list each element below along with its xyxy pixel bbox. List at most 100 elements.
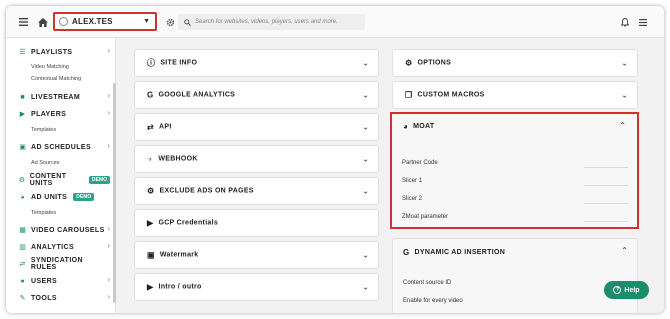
chevron-right-icon: ›: [107, 141, 110, 150]
google-icon: G: [403, 248, 410, 257]
sidebar: ☰ PLAYLISTS › Video Matching Contextual …: [6, 38, 116, 313]
card-google-analytics[interactable]: G GOOGLE ANALYTICS ⌄: [134, 81, 379, 109]
chevron-right-icon: ›: [107, 46, 110, 55]
sidebar-item-content-units[interactable]: ⚙ CONTENT UNITS DEMO: [18, 173, 110, 187]
info-icon: ⓘ: [147, 58, 156, 68]
card-title: GCP Credentials: [158, 219, 219, 227]
dynamic-ad-header[interactable]: G DYNAMIC AD INSERTION: [403, 248, 505, 257]
help-button[interactable]: ? Help: [604, 281, 649, 299]
chevron-down-icon[interactable]: ⌄: [362, 59, 369, 68]
sidebar-subitem-contextual-matching[interactable]: Contextual Matching: [31, 76, 81, 82]
arrows-icon: ⇄: [19, 261, 26, 268]
sidebar-item-ad-schedules[interactable]: ▣ AD SCHEDULES ›: [18, 141, 110, 153]
chart-icon: ▥: [19, 244, 26, 251]
sidebar-item-label: TOOLS: [31, 294, 57, 302]
sidebar-item-players[interactable]: ▶ PLAYERS ›: [18, 108, 110, 120]
help-label: Help: [624, 286, 640, 294]
partner-code-input[interactable]: [584, 167, 628, 168]
chevron-down-icon[interactable]: ⌄: [362, 283, 369, 292]
card-exclude-ads[interactable]: ⚙ EXCLUDE ADS ON PAGES ⌄: [134, 177, 379, 205]
card-moat: ◕ MOAT ⌃ Partner Code Slicer 1 Slicer 2 …: [390, 112, 639, 229]
card-webhook[interactable]: ♆ WEBHOOK ⌄: [134, 145, 379, 173]
card-site-info[interactable]: ⓘ SITE INFO ⌄: [134, 49, 379, 77]
card-title: API: [159, 123, 172, 131]
card-watermark[interactable]: ▣ Watermark ⌄: [134, 241, 379, 269]
sidebar-item-users[interactable]: ● USERS ›: [18, 275, 110, 287]
account-name: ALEX.TES: [72, 17, 113, 26]
chevron-right-icon: ›: [107, 241, 110, 250]
card-title: DYNAMIC AD INSERTION: [414, 249, 506, 256]
chevron-down-icon[interactable]: ⌄: [362, 123, 369, 132]
account-selector[interactable]: ALEX.TES ▼: [53, 12, 157, 31]
chevron-right-icon: ›: [107, 224, 110, 233]
google-icon: G: [147, 90, 154, 100]
chevron-up-icon[interactable]: ⌃: [619, 121, 626, 130]
sidebar-item-livestream[interactable]: ■ LIVESTREAM ›: [18, 91, 110, 103]
sidebar-item-video-carousels[interactable]: ▦ VIDEO CAROUSELS ›: [18, 224, 110, 236]
gear-icon: ⚙: [405, 58, 413, 68]
sidebar-item-analytics[interactable]: ▥ ANALYTICS ›: [18, 241, 110, 253]
zmoat-parameter-input[interactable]: [584, 221, 628, 222]
sidebar-item-playlists[interactable]: ☰ PLAYLISTS ›: [18, 46, 110, 58]
chevron-down-icon[interactable]: ⌄: [362, 155, 369, 164]
field-label: Slicer 2: [402, 196, 423, 202]
search-input[interactable]: Search for websites, videos, players, us…: [178, 14, 365, 30]
sidebar-scrollbar[interactable]: [113, 83, 116, 303]
card-title: WEBHOOK: [158, 155, 198, 163]
chevron-down-icon[interactable]: ⌄: [621, 59, 628, 68]
copy-icon: ❐: [405, 90, 413, 100]
chevron-down-icon[interactable]: ⌄: [362, 187, 369, 196]
search-placeholder: Search for websites, videos, players, us…: [195, 19, 338, 25]
image-icon: ▣: [147, 250, 155, 260]
webhook-icon: ♆: [147, 154, 154, 164]
field-label: ZMoat parameter: [402, 214, 449, 220]
play-circle-icon: ▶: [19, 111, 26, 118]
card-custom-macros[interactable]: ❐ CUSTOM MACROS ⌄: [392, 81, 638, 109]
chevron-up-icon[interactable]: ⌃: [621, 246, 628, 255]
menu-lines-icon[interactable]: [636, 15, 650, 29]
slicer-2-input[interactable]: [584, 203, 628, 204]
sidebar-subitem-ad-sources[interactable]: Ad Sources: [31, 160, 59, 166]
sidebar-item-label: AD UNITS: [31, 193, 68, 201]
ad-icon: ▣: [19, 144, 26, 151]
moat-field-zmoat: ZMoat parameter: [402, 212, 628, 224]
sidebar-item-tools[interactable]: ✎ TOOLS ›: [18, 292, 110, 304]
moat-header[interactable]: ◕ MOAT ⌃: [392, 114, 637, 140]
app-window: ALEX.TES ▼ Search for websites, videos, …: [6, 6, 664, 313]
gear-icon[interactable]: [163, 15, 177, 29]
card-title: GOOGLE ANALYTICS: [158, 91, 236, 99]
chevron-down-icon[interactable]: ⌄: [362, 251, 369, 260]
caret-down-icon: ▼: [143, 18, 150, 25]
bell-icon[interactable]: [618, 15, 632, 29]
card-api[interactable]: ⇄ API ⌄: [134, 113, 379, 141]
card-intro-outro[interactable]: ▶ Intro / outro ⌄: [134, 273, 379, 301]
home-icon[interactable]: [36, 15, 50, 29]
chevron-right-icon: ›: [107, 275, 110, 284]
hamburger-menu-icon[interactable]: [16, 15, 30, 29]
sidebar-subitem-video-matching[interactable]: Video Matching: [31, 64, 69, 70]
demo-badge: DEMO: [73, 193, 95, 201]
search-icon: [184, 18, 191, 26]
field-label: Slicer 1: [402, 178, 423, 184]
chevron-down-icon[interactable]: ⌄: [621, 91, 628, 100]
cogs-icon: ⚙: [18, 177, 25, 184]
list-icon: ☰: [19, 49, 26, 56]
card-title: EXCLUDE ADS ON PAGES: [159, 187, 254, 195]
sidebar-item-syndication-rules[interactable]: ⇄ SYNDICATION RULES: [18, 257, 110, 271]
sidebar-item-label: CONTENT UNITS: [29, 173, 67, 187]
play-icon: ▶: [147, 282, 154, 292]
card-title: OPTIONS: [417, 59, 452, 67]
pie-icon: ◕: [20, 193, 25, 201]
card-title: SITE INFO: [160, 59, 198, 67]
chevron-right-icon: ›: [107, 108, 110, 117]
sidebar-subitem-ad-unit-templates[interactable]: Templates: [31, 210, 56, 216]
card-gcp-credentials[interactable]: ▶ GCP Credentials: [134, 209, 379, 237]
chevron-down-icon[interactable]: ⌄: [362, 91, 369, 100]
slicer-1-input[interactable]: [584, 185, 628, 186]
card-title: Intro / outro: [158, 283, 202, 291]
carousel-icon: ▦: [19, 227, 26, 234]
sidebar-subitem-player-templates[interactable]: Templates: [31, 127, 56, 133]
sidebar-item-ad-units[interactable]: ◕ AD UNITS DEMO: [18, 191, 110, 203]
card-options[interactable]: ⚙ OPTIONS ⌄: [392, 49, 638, 77]
card-title: MOAT: [413, 123, 435, 130]
